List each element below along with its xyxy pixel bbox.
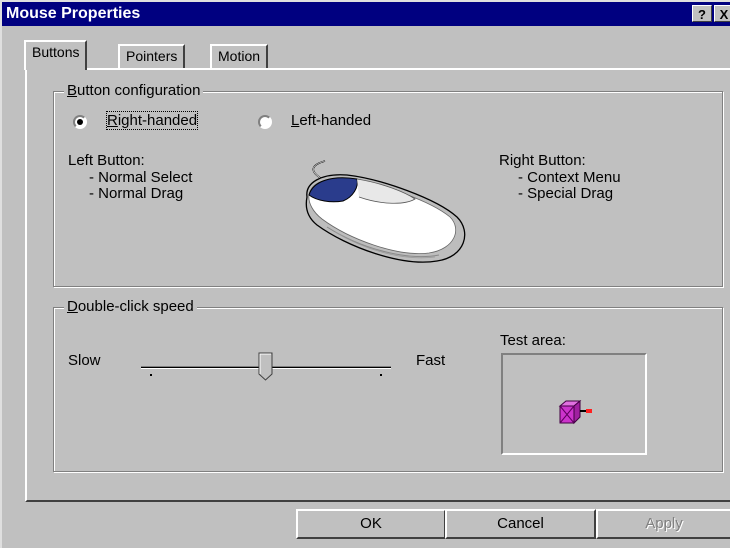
right-button-item: - Special Drag: [518, 185, 614, 202]
right-handed-mnemonic: R: [107, 112, 118, 129]
right-handed-text: ight-handed: [117, 112, 198, 129]
test-area[interactable]: [501, 353, 647, 455]
left-button-item: - Normal Drag: [89, 185, 184, 202]
legend-text: utton configuration: [77, 82, 201, 99]
left-handed-text: eft-handed: [299, 112, 372, 129]
slider-tick-max: [380, 374, 382, 376]
title-bar[interactable]: Mouse Properties ? X: [2, 2, 730, 26]
left-button-title: Left Button:: [68, 152, 145, 169]
test-area-label: Test area:: [500, 332, 566, 349]
tab-pointers[interactable]: Pointers: [118, 44, 186, 68]
right-handed-radio[interactable]: [73, 115, 87, 129]
apply-button[interactable]: Apply: [596, 509, 730, 539]
legend-mnemonic: B: [67, 82, 78, 99]
right-button-title: Right Button:: [499, 152, 586, 169]
left-handed-label[interactable]: Left-handed: [291, 112, 371, 129]
tab-motion-label: Motion: [218, 48, 261, 64]
tab-buttons-label: Buttons: [32, 44, 80, 60]
tab-pointers-label: Pointers: [126, 48, 178, 64]
double-click-slider-thumb[interactable]: [258, 352, 274, 382]
mouse-icon: [305, 160, 466, 263]
cancel-button[interactable]: Cancel: [445, 509, 596, 539]
tab-motion[interactable]: Motion: [210, 44, 269, 68]
legend-mnemonic: D: [67, 298, 78, 315]
left-button-item: - Normal Select: [89, 169, 193, 186]
legend-text: ouble-click speed: [77, 298, 194, 315]
tab-buttons[interactable]: Buttons: [24, 40, 88, 70]
radio-dot: [77, 119, 83, 125]
close-button[interactable]: X: [714, 5, 730, 22]
left-handed-radio[interactable]: [258, 115, 272, 129]
window-title: Mouse Properties: [6, 5, 141, 22]
jack-in-the-box-icon: [558, 400, 592, 425]
help-button[interactable]: ?: [692, 5, 712, 22]
double-click-legend: Double-click speed: [64, 298, 197, 316]
right-button-item: - Context Menu: [518, 169, 621, 186]
slow-label: Slow: [68, 352, 101, 369]
mouse-properties-dialog: Mouse Properties ? X Buttons Pointers Mo…: [0, 0, 730, 548]
ok-button[interactable]: OK: [296, 509, 446, 539]
button-configuration-legend: Button configuration: [64, 82, 204, 100]
fast-label: Fast: [416, 352, 446, 369]
right-handed-label[interactable]: Right-handed: [105, 111, 199, 130]
slider-tick-min: [150, 374, 152, 376]
